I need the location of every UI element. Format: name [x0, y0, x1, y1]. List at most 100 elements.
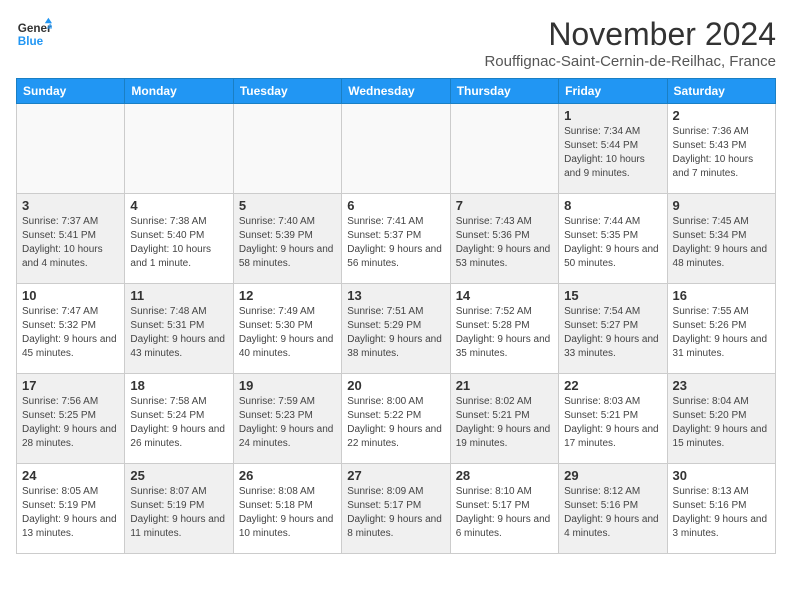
- day-number: 7: [456, 198, 553, 213]
- day-number: 1: [564, 108, 661, 123]
- day-number: 5: [239, 198, 336, 213]
- day-info: Sunrise: 7:36 AM Sunset: 5:43 PM Dayligh…: [673, 125, 770, 181]
- calendar-day-cell: 21 Sunrise: 8:02 AM Sunset: 5:21 PM Dayli…: [450, 374, 558, 464]
- day-number: 22: [564, 378, 661, 393]
- calendar-day-cell: 20 Sunrise: 8:00 AM Sunset: 5:22 PM Dayli…: [342, 374, 450, 464]
- day-number: 28: [456, 468, 553, 483]
- day-info: Sunrise: 7:44 AM Sunset: 5:35 PM Dayligh…: [564, 215, 661, 271]
- weekday-header: Thursday: [450, 79, 558, 104]
- day-info: Sunrise: 8:05 AM Sunset: 5:19 PM Dayligh…: [22, 485, 119, 541]
- calendar-day-cell: [342, 104, 450, 194]
- day-info: Sunrise: 7:45 AM Sunset: 5:34 PM Dayligh…: [673, 215, 770, 271]
- calendar-day-cell: [233, 104, 341, 194]
- day-info: Sunrise: 8:04 AM Sunset: 5:20 PM Dayligh…: [673, 395, 770, 451]
- svg-text:General: General: [18, 22, 52, 35]
- day-number: 27: [347, 468, 444, 483]
- day-number: 8: [564, 198, 661, 213]
- day-info: Sunrise: 7:54 AM Sunset: 5:27 PM Dayligh…: [564, 305, 661, 361]
- day-info: Sunrise: 8:02 AM Sunset: 5:21 PM Dayligh…: [456, 395, 553, 451]
- calendar-day-cell: 24 Sunrise: 8:05 AM Sunset: 5:19 PM Dayli…: [17, 464, 125, 554]
- title-section: November 2024 Rouffignac-Saint-Cernin-de…: [484, 16, 776, 70]
- day-info: Sunrise: 7:49 AM Sunset: 5:30 PM Dayligh…: [239, 305, 336, 361]
- calendar-day-cell: 11 Sunrise: 7:48 AM Sunset: 5:31 PM Dayli…: [125, 284, 233, 374]
- calendar-day-cell: 4Sunrise: 7:38 AM Sunset: 5:40 PM Daylig…: [125, 194, 233, 284]
- calendar-day-cell: 22Sunrise: 8:03 AM Sunset: 5:21 PM Dayli…: [559, 374, 667, 464]
- calendar-day-cell: 29 Sunrise: 8:12 AM Sunset: 5:16 PM Dayli…: [559, 464, 667, 554]
- calendar-week-row: 17 Sunrise: 7:56 AM Sunset: 5:25 PM Dayli…: [17, 374, 776, 464]
- logo-icon: General Blue: [16, 16, 52, 52]
- day-info: Sunrise: 8:13 AM Sunset: 5:16 PM Dayligh…: [673, 485, 770, 541]
- calendar-week-row: 3 Sunrise: 7:37 AM Sunset: 5:41 PM Daylig…: [17, 194, 776, 284]
- calendar-day-cell: [17, 104, 125, 194]
- calendar-day-cell: 28 Sunrise: 8:10 AM Sunset: 5:17 PM Dayli…: [450, 464, 558, 554]
- weekday-header: Sunday: [17, 79, 125, 104]
- day-info: Sunrise: 7:55 AM Sunset: 5:26 PM Dayligh…: [673, 305, 770, 361]
- day-info: Sunrise: 7:38 AM Sunset: 5:40 PM Dayligh…: [130, 215, 227, 271]
- day-info: Sunrise: 7:58 AM Sunset: 5:24 PM Dayligh…: [130, 395, 227, 451]
- calendar-day-cell: 10 Sunrise: 7:47 AM Sunset: 5:32 PM Dayli…: [17, 284, 125, 374]
- day-number: 13: [347, 288, 444, 303]
- weekday-header: Tuesday: [233, 79, 341, 104]
- day-info: Sunrise: 7:41 AM Sunset: 5:37 PM Dayligh…: [347, 215, 444, 271]
- month-title: November 2024: [484, 16, 776, 53]
- day-number: 14: [456, 288, 553, 303]
- calendar-day-cell: 14 Sunrise: 7:52 AM Sunset: 5:28 PM Dayli…: [450, 284, 558, 374]
- day-number: 23: [673, 378, 770, 393]
- calendar-day-cell: 1 Sunrise: 7:34 AM Sunset: 5:44 PM Daylig…: [559, 104, 667, 194]
- weekday-header: Saturday: [667, 79, 775, 104]
- day-info: Sunrise: 7:37 AM Sunset: 5:41 PM Dayligh…: [22, 215, 119, 271]
- calendar-day-cell: 18 Sunrise: 7:58 AM Sunset: 5:24 PM Dayli…: [125, 374, 233, 464]
- svg-text:Blue: Blue: [18, 35, 44, 48]
- day-number: 24: [22, 468, 119, 483]
- day-number: 25: [130, 468, 227, 483]
- day-info: Sunrise: 7:52 AM Sunset: 5:28 PM Dayligh…: [456, 305, 553, 361]
- day-number: 6: [347, 198, 444, 213]
- calendar-day-cell: 23 Sunrise: 8:04 AM Sunset: 5:20 PM Dayli…: [667, 374, 775, 464]
- weekday-header: Friday: [559, 79, 667, 104]
- calendar-day-cell: 16 Sunrise: 7:55 AM Sunset: 5:26 PM Dayli…: [667, 284, 775, 374]
- calendar-day-cell: 15 Sunrise: 7:54 AM Sunset: 5:27 PM Dayli…: [559, 284, 667, 374]
- day-number: 16: [673, 288, 770, 303]
- day-number: 20: [347, 378, 444, 393]
- day-info: Sunrise: 8:07 AM Sunset: 5:19 PM Dayligh…: [130, 485, 227, 541]
- day-number: 30: [673, 468, 770, 483]
- calendar-day-cell: [125, 104, 233, 194]
- calendar-week-row: 1 Sunrise: 7:34 AM Sunset: 5:44 PM Daylig…: [17, 104, 776, 194]
- calendar-day-cell: 6 Sunrise: 7:41 AM Sunset: 5:37 PM Daylig…: [342, 194, 450, 284]
- day-number: 21: [456, 378, 553, 393]
- day-info: Sunrise: 7:59 AM Sunset: 5:23 PM Dayligh…: [239, 395, 336, 451]
- calendar-day-cell: 9 Sunrise: 7:45 AM Sunset: 5:34 PM Daylig…: [667, 194, 775, 284]
- logo: General Blue: [16, 16, 52, 52]
- calendar-day-cell: 19 Sunrise: 7:59 AM Sunset: 5:23 PM Dayli…: [233, 374, 341, 464]
- day-number: 9: [673, 198, 770, 213]
- calendar-day-cell: 27 Sunrise: 8:09 AM Sunset: 5:17 PM Dayli…: [342, 464, 450, 554]
- day-number: 15: [564, 288, 661, 303]
- calendar-day-cell: 25 Sunrise: 8:07 AM Sunset: 5:19 PM Dayli…: [125, 464, 233, 554]
- day-number: 10: [22, 288, 119, 303]
- calendar-day-cell: 7 Sunrise: 7:43 AM Sunset: 5:36 PM Daylig…: [450, 194, 558, 284]
- day-number: 26: [239, 468, 336, 483]
- day-number: 11: [130, 288, 227, 303]
- day-info: Sunrise: 7:34 AM Sunset: 5:44 PM Dayligh…: [564, 125, 661, 181]
- day-number: 29: [564, 468, 661, 483]
- weekday-header: Monday: [125, 79, 233, 104]
- calendar-day-cell: [450, 104, 558, 194]
- day-info: Sunrise: 8:12 AM Sunset: 5:16 PM Dayligh…: [564, 485, 661, 541]
- calendar-day-cell: 13Sunrise: 7:51 AM Sunset: 5:29 PM Dayli…: [342, 284, 450, 374]
- day-info: Sunrise: 7:43 AM Sunset: 5:36 PM Dayligh…: [456, 215, 553, 271]
- day-number: 17: [22, 378, 119, 393]
- day-info: Sunrise: 8:10 AM Sunset: 5:17 PM Dayligh…: [456, 485, 553, 541]
- calendar-week-row: 24 Sunrise: 8:05 AM Sunset: 5:19 PM Dayli…: [17, 464, 776, 554]
- day-info: Sunrise: 7:47 AM Sunset: 5:32 PM Dayligh…: [22, 305, 119, 361]
- day-number: 19: [239, 378, 336, 393]
- day-info: Sunrise: 7:56 AM Sunset: 5:25 PM Dayligh…: [22, 395, 119, 451]
- calendar-table: SundayMondayTuesdayWednesdayThursdayFrid…: [16, 78, 776, 554]
- day-number: 12: [239, 288, 336, 303]
- day-info: Sunrise: 8:00 AM Sunset: 5:22 PM Dayligh…: [347, 395, 444, 451]
- location-title: Rouffignac-Saint-Cernin-de-Reilhac, Fran…: [484, 53, 776, 70]
- day-info: Sunrise: 7:48 AM Sunset: 5:31 PM Dayligh…: [130, 305, 227, 361]
- day-info: Sunrise: 8:09 AM Sunset: 5:17 PM Dayligh…: [347, 485, 444, 541]
- calendar-week-row: 10 Sunrise: 7:47 AM Sunset: 5:32 PM Dayli…: [17, 284, 776, 374]
- day-number: 18: [130, 378, 227, 393]
- day-number: 3: [22, 198, 119, 213]
